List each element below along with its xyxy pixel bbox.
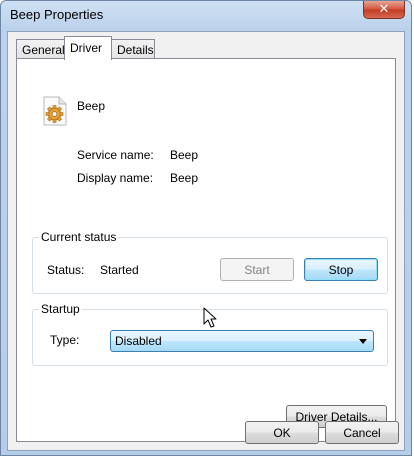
driver-name: Beep — [77, 99, 106, 113]
startup-type-value: Disabled — [115, 334, 162, 348]
window-title: Beep Properties — [10, 7, 104, 22]
service-name-value: Beep — [170, 148, 199, 162]
cancel-button-label: Cancel — [343, 425, 381, 440]
display-name-label: Display name: — [77, 171, 154, 185]
title-bar[interactable]: Beep Properties ✕ — [1, 1, 411, 31]
start-button-label: Start — [244, 262, 270, 277]
current-status-legend: Current status — [39, 230, 119, 244]
close-button[interactable]: ✕ — [363, 1, 405, 19]
ok-button[interactable]: OK — [245, 421, 319, 444]
mouse-pointer-icon — [203, 307, 217, 328]
tab-general[interactable]: General — [16, 39, 65, 59]
chevron-down-icon — [359, 339, 367, 344]
stop-button-label: Stop — [328, 262, 354, 277]
tab-driver[interactable]: Driver — [64, 36, 112, 60]
dialog-client-area: General Driver Details Beep Service name… — [7, 31, 405, 451]
start-button[interactable]: Start — [220, 258, 294, 281]
driver-tab-panel: Beep Service name: Beep Display name: Be… — [16, 58, 396, 442]
tab-details-label: Details — [117, 43, 154, 57]
cancel-button[interactable]: Cancel — [325, 421, 399, 444]
startup-legend: Startup — [39, 302, 82, 316]
display-name-value: Beep — [170, 171, 199, 185]
current-status-group: Current status Status: Started Start Sto… — [32, 230, 388, 294]
ok-button-label: OK — [273, 425, 291, 440]
close-icon: ✕ — [378, 2, 390, 17]
properties-dialog: Beep Properties ✕ General Driver Details — [0, 0, 412, 456]
startup-type-label: Type: — [50, 333, 80, 347]
stop-button[interactable]: Stop — [304, 258, 378, 281]
service-gear-icon — [43, 96, 67, 126]
status-label: Status: — [47, 263, 85, 277]
tab-driver-label: Driver — [70, 41, 102, 55]
service-name-label: Service name: — [77, 148, 154, 162]
tab-details[interactable]: Details — [111, 39, 155, 59]
startup-type-dropdown[interactable]: Disabled — [110, 330, 374, 352]
tab-general-label: General — [22, 43, 65, 57]
status-value: Started — [100, 263, 139, 277]
